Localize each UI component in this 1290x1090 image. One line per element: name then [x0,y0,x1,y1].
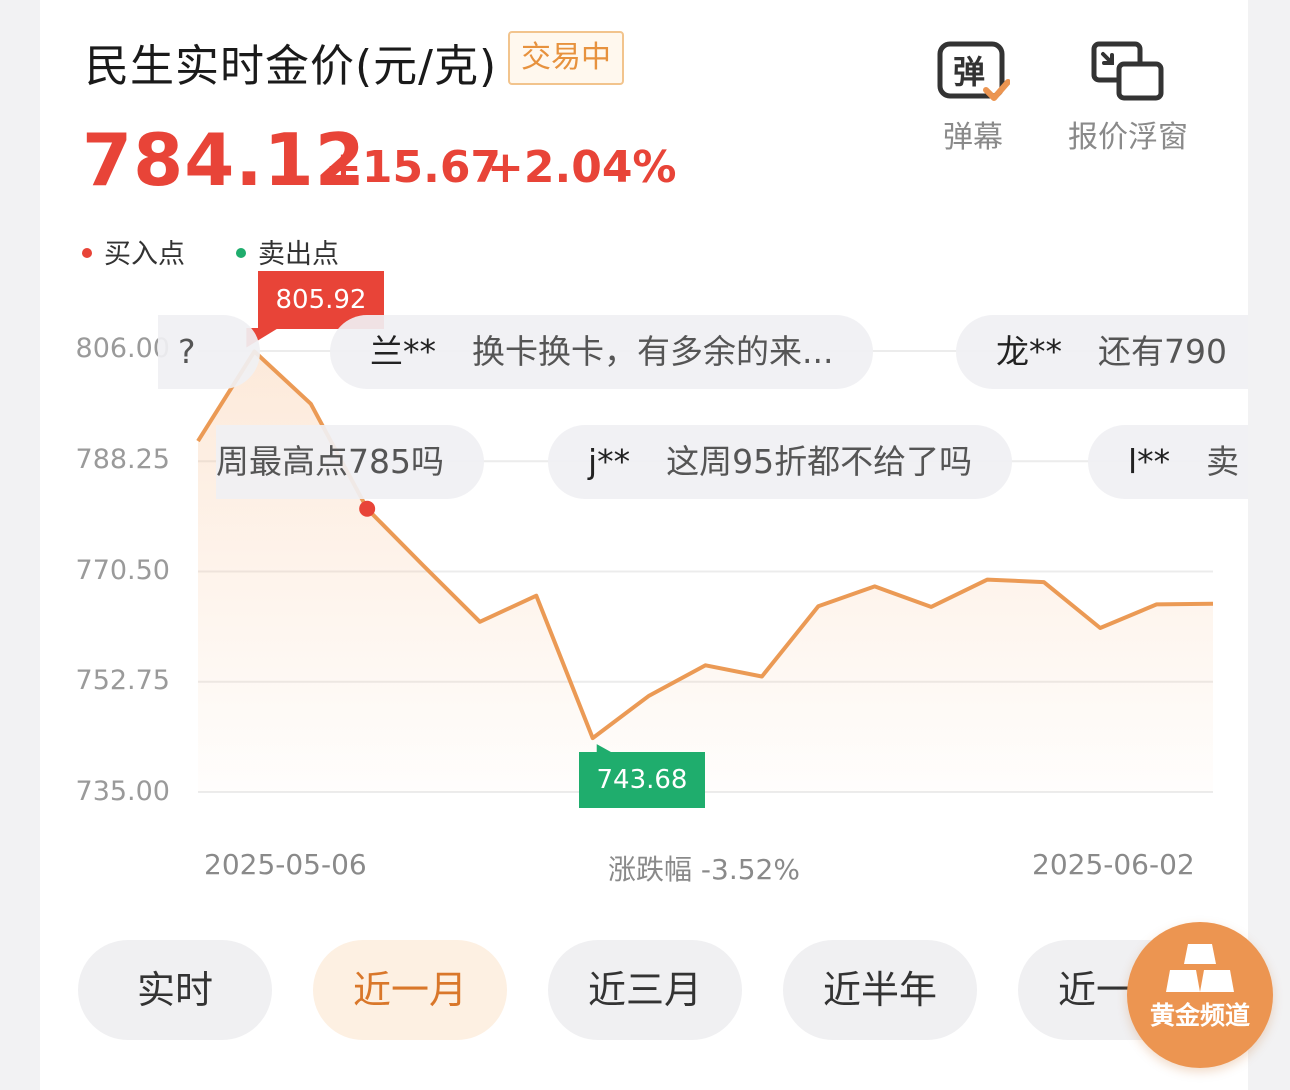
gold-channel-label: 黄金频道 [1149,1001,1250,1030]
tab-half-year[interactable]: 近半年 [783,940,977,1040]
danmaku-bubble[interactable]: ? [158,315,260,389]
x-start-label: 2025-05-06 [204,848,367,881]
danmaku-nick: ? [178,332,196,371]
gold-price-card: 民生实时金价(元/克) 交易中 784.12 +15.67 +2.04% 弹 弹… [40,0,1248,1090]
danmaku-text: 换卡换卡，有多余的来... [472,332,834,371]
danmaku-bubble[interactable]: 兰** 换卡换卡，有多余的来... [330,315,874,389]
range-change-label: 涨跌幅 -3.52% [608,853,800,886]
danmaku-text: 周最高点785吗 [216,442,444,481]
tab-one-month[interactable]: 近一月 [313,940,507,1040]
x-end-label: 2025-06-02 [1032,848,1195,881]
danmaku-bubble[interactable]: 龙** 还有790 [956,315,1248,389]
danmaku-text: 卖 [1206,442,1240,481]
danmaku-text: 这周95折都不给了吗 [666,442,973,481]
danmaku-nick: l** [1128,442,1171,481]
gold-bars-icon [1166,944,1234,992]
danmaku-nick: j** [588,442,631,481]
danmaku-bubble[interactable]: l** 卖 [1088,425,1248,499]
tab-realtime[interactable]: 实时 [78,940,272,1040]
danmaku-nick: 龙** [996,332,1062,371]
buy-point-marker[interactable] [359,500,376,517]
min-price-flag: 743.68 [579,752,705,808]
tab-three-months[interactable]: 近三月 [548,940,742,1040]
danmaku-bubble[interactable]: j** 这周95折都不给了吗 [548,425,1013,499]
danmaku-bubble[interactable]: 周最高点785吗 [216,425,484,499]
danmaku-nick: 兰** [370,332,436,371]
gold-channel-button[interactable]: 黄金频道 [1127,922,1273,1068]
danmaku-text: 还有790 [1098,332,1227,371]
